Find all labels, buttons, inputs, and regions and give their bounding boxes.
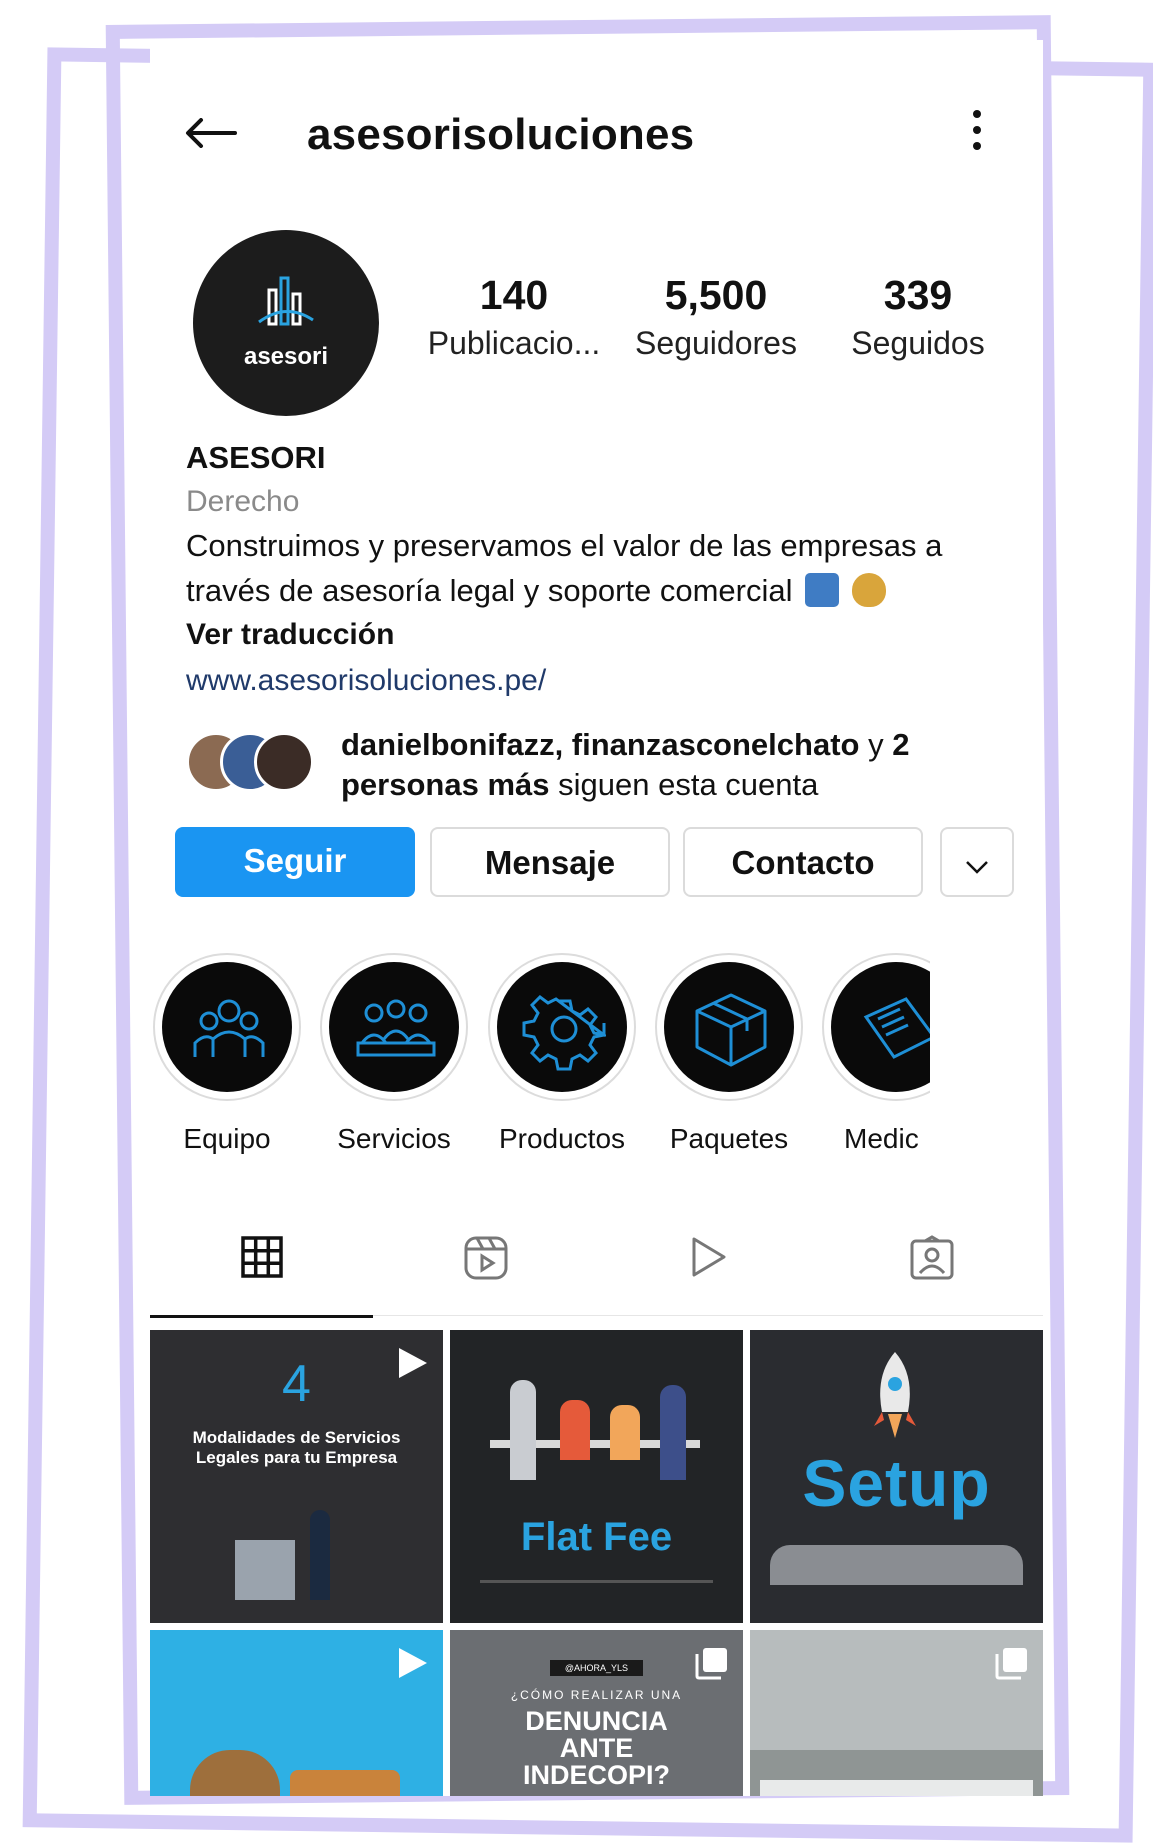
followed-by-suffix: siguen esta cuenta bbox=[558, 767, 819, 802]
tab-videos[interactable] bbox=[596, 1195, 819, 1315]
highlight-label: Equipo bbox=[183, 1123, 271, 1154]
grid-icon bbox=[241, 1236, 283, 1278]
money-bag-illustration bbox=[190, 1750, 280, 1796]
post-tile-4[interactable] bbox=[150, 1630, 443, 1796]
highlight-ring bbox=[822, 953, 930, 1101]
highlight-paquetes[interactable]: Paquetes bbox=[654, 953, 804, 1155]
briefcase-person-emoji-icon bbox=[805, 573, 840, 607]
follower-avatar-3 bbox=[254, 732, 314, 792]
person-figure-1 bbox=[510, 1380, 536, 1480]
followed-by-connector: y bbox=[868, 727, 884, 762]
highlight-ring bbox=[153, 953, 301, 1101]
instagram-profile-screen: asesorisoluciones asesori 140 Publicacio… bbox=[150, 40, 1043, 1796]
highlight-productos[interactable]: Productos bbox=[487, 953, 637, 1155]
suggested-accounts-button[interactable] bbox=[940, 827, 1014, 897]
profile-display-name: ASESORI bbox=[186, 440, 326, 475]
post-tile-5[interactable]: @AHORA_YLS ¿CÓMO REALIZAR UNA DENUNCIA A… bbox=[450, 1630, 743, 1796]
post-5-handle: @AHORA_YLS bbox=[550, 1660, 643, 1676]
see-translation-link[interactable]: Ver traducción bbox=[186, 618, 394, 652]
highlight-ring bbox=[655, 953, 803, 1101]
highlight-equipo[interactable]: Equipo bbox=[152, 953, 302, 1155]
tab-tagged[interactable] bbox=[819, 1195, 1042, 1315]
stat-following[interactable]: 339 Seguidos bbox=[830, 272, 1006, 362]
stat-posts-value: 140 bbox=[479, 272, 549, 318]
profile-category: Derecho bbox=[186, 485, 300, 518]
post-5-title: DENUNCIA ANTE INDECOPI? bbox=[522, 1706, 670, 1790]
stat-followers-value: 5,500 bbox=[664, 272, 768, 318]
post-tile-2[interactable]: Flat Fee bbox=[450, 1330, 743, 1623]
highlight-ring bbox=[488, 953, 636, 1101]
lawyer-figure bbox=[310, 1510, 330, 1600]
stat-posts[interactable]: 140 Publicacio... bbox=[426, 272, 602, 362]
video-badge-icon bbox=[399, 1648, 427, 1678]
more-options-icon[interactable] bbox=[970, 108, 984, 152]
profile-avatar[interactable]: asesori bbox=[193, 230, 379, 416]
person-figure-3 bbox=[610, 1405, 640, 1460]
stat-posts-label: Publicacio... bbox=[427, 325, 601, 361]
post-tile-6[interactable] bbox=[750, 1630, 1043, 1796]
asesori-logo-icon bbox=[258, 276, 314, 326]
top-bar: asesorisoluciones bbox=[150, 100, 1043, 164]
post-tile-3[interactable]: Setup bbox=[750, 1330, 1043, 1623]
tab-reels[interactable] bbox=[373, 1195, 596, 1315]
tab-grid[interactable] bbox=[150, 1195, 373, 1318]
message-button[interactable]: Mensaje bbox=[430, 827, 670, 897]
stat-following-value: 339 bbox=[883, 272, 953, 318]
avatar-brand-text: asesori bbox=[243, 343, 329, 370]
podium-illustration bbox=[235, 1540, 295, 1600]
post-tile-1[interactable]: 4 Modalidades de Servicios Legales para … bbox=[150, 1330, 443, 1623]
team-icon bbox=[193, 999, 265, 1057]
stat-following-label: Seguidos bbox=[851, 325, 985, 361]
stat-followers-label: Seguidores bbox=[635, 325, 797, 361]
bio-line-2: través de asesoría legal y soporte comer… bbox=[186, 573, 793, 608]
post-5-kicker: ¿CÓMO REALIZAR UNA bbox=[510, 1688, 683, 1702]
city-illustration bbox=[770, 1545, 1023, 1585]
followed-by-names: danielbonifazz, finanzasconelchato bbox=[341, 727, 860, 762]
video-badge-icon bbox=[399, 1348, 427, 1378]
profile-tabs bbox=[150, 1195, 1043, 1318]
post-3-title: Setup bbox=[802, 1446, 991, 1520]
post-1-title: Modalidades de Servicios Legales para tu… bbox=[192, 1428, 401, 1467]
carousel-badge-icon bbox=[995, 1648, 1027, 1680]
back-arrow-icon[interactable] bbox=[185, 118, 237, 148]
person-figure-2 bbox=[560, 1400, 590, 1460]
highlight-label: Medic bbox=[844, 1123, 919, 1154]
contact-button[interactable]: Contacto bbox=[683, 827, 923, 897]
newspaper-icon bbox=[863, 997, 930, 1059]
briefcase-illustration bbox=[290, 1770, 400, 1796]
stat-followers[interactable]: 5,500 Seguidores bbox=[626, 272, 806, 362]
website-link[interactable]: www.asesorisoluciones.pe/ bbox=[186, 664, 546, 698]
reels-icon bbox=[464, 1236, 508, 1280]
person-figure-4 bbox=[660, 1385, 686, 1480]
followed-by-text[interactable]: danielbonifazz, finanzasconelchato y 2 p… bbox=[341, 725, 991, 805]
play-icon bbox=[692, 1237, 726, 1277]
highlight-ring bbox=[320, 953, 468, 1101]
highlight-medios[interactable]: Medic bbox=[822, 953, 930, 1155]
carousel-badge-icon bbox=[695, 1648, 727, 1680]
rocket-icon bbox=[874, 1352, 916, 1438]
chevron-down-icon bbox=[966, 861, 988, 874]
profile-username: asesorisoluciones bbox=[307, 110, 695, 159]
bio-line-1: Construimos y preservamos el valor de la… bbox=[186, 528, 943, 563]
highlight-label: Paquetes bbox=[669, 1123, 789, 1154]
gear-icon bbox=[522, 995, 606, 1071]
workers-group-photo bbox=[760, 1780, 1033, 1796]
services-icon bbox=[356, 999, 436, 1057]
highlight-label: Servicios bbox=[337, 1123, 451, 1154]
money-bag-emoji-icon bbox=[851, 573, 886, 607]
tagged-icon bbox=[910, 1235, 954, 1280]
profile-bio: Construimos y preservamos el valor de la… bbox=[186, 523, 1016, 613]
follow-button[interactable]: Seguir bbox=[175, 827, 415, 897]
highlight-servicios[interactable]: Servicios bbox=[319, 953, 469, 1155]
post-2-title: Flat Fee bbox=[520, 1515, 673, 1559]
highlight-label: Productos bbox=[498, 1123, 626, 1154]
followed-by-avatars[interactable] bbox=[186, 732, 316, 792]
services-list-divider bbox=[480, 1580, 713, 1583]
box-icon bbox=[695, 993, 767, 1067]
